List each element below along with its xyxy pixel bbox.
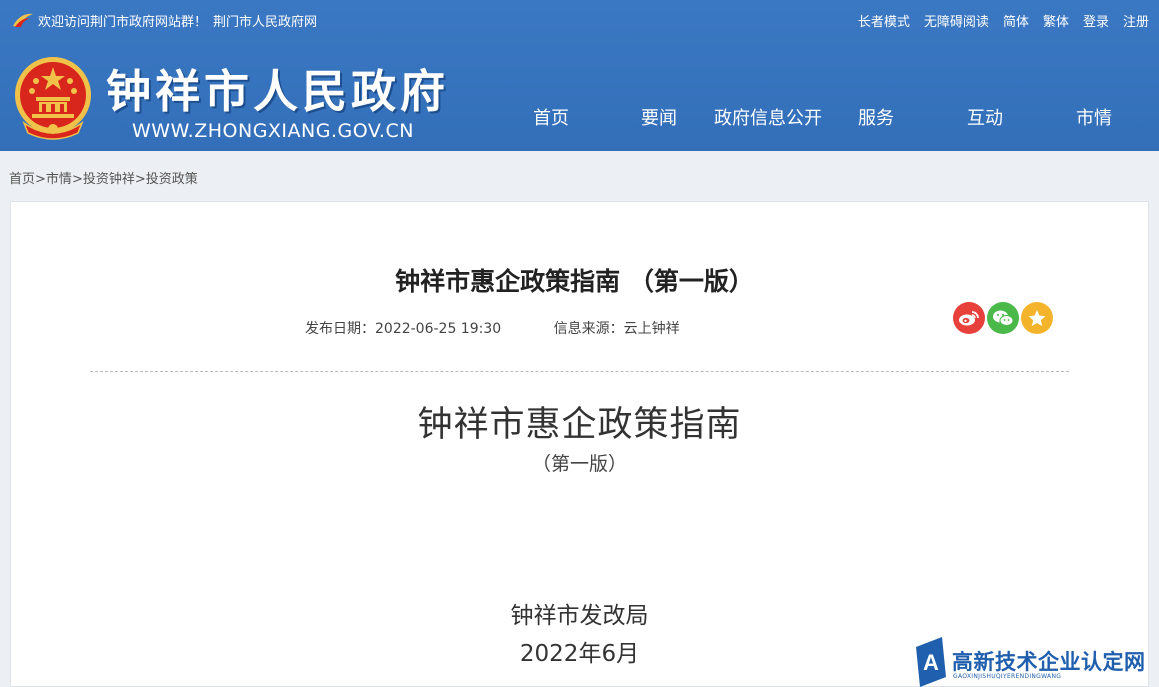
favorite-star-icon	[1028, 310, 1046, 326]
nav-item-interaction[interactable]: 互动	[967, 104, 1003, 130]
site-header: 欢迎访问荆门市政府网站群！ 荆门市人民政府网 长者模式 无障碍阅读 简体 繁体 登…	[0, 0, 1159, 151]
meta-divider	[90, 371, 1069, 372]
jingmen-site-link[interactable]: 荆门市人民政府网	[213, 15, 317, 30]
share-buttons	[953, 302, 1053, 334]
swoosh-logo-icon	[13, 13, 33, 27]
weibo-icon	[959, 311, 979, 326]
article-meta: 发布日期：2022-06-25 19:30 信息来源：云上钟祥	[305, 318, 680, 338]
favorite-button[interactable]	[1021, 302, 1053, 334]
breadcrumb-separator: >	[35, 172, 46, 187]
svg-text:A: A	[923, 650, 939, 675]
welcome-text: 欢迎访问荆门市政府网站群！	[38, 15, 208, 30]
watermark: A 高新技术企业认定网 GAOXINJISHUQIYERENDINGWANG	[912, 637, 1159, 687]
breadcrumb-invest[interactable]: 投资钟祥	[83, 172, 135, 187]
site-title[interactable]: 钟祥市人民政府	[106, 55, 449, 120]
document-issuer: 钟祥市发改局	[510, 603, 649, 629]
watermark-logo-icon: A	[916, 637, 946, 687]
site-url: WWW.ZHONGXIANG.GOV.CN	[132, 120, 414, 142]
nav-item-home[interactable]: 首页	[533, 104, 569, 130]
traditional-chinese-link[interactable]: 繁体	[1043, 11, 1069, 30]
wechat-share-button[interactable]	[987, 302, 1019, 334]
document-edition: （第一版）	[531, 453, 627, 475]
nav-item-news[interactable]: 要闻	[641, 104, 677, 130]
breadcrumb-separator: >	[134, 172, 146, 187]
publish-date-label: 发布日期：	[305, 321, 375, 337]
wechat-icon	[993, 310, 1014, 326]
elder-mode-link[interactable]: 长者模式	[858, 11, 910, 30]
source-label: 信息来源：	[553, 321, 624, 337]
breadcrumb-city-info[interactable]: 市情	[46, 172, 72, 187]
main-nav: 首页 要闻 政府信息公开 服务 互动 市情	[496, 104, 1159, 132]
article-title: 钟祥市惠企政策指南 （第一版）	[395, 267, 754, 296]
nav-item-services[interactable]: 服务	[858, 104, 894, 130]
breadcrumb-separator: >	[71, 172, 83, 187]
breadcrumb-home[interactable]: 首页	[9, 172, 35, 187]
top-bar: 欢迎访问荆门市政府网站群！ 荆门市人民政府网 长者模式 无障碍阅读 简体 繁体 登…	[0, 0, 1159, 40]
login-link[interactable]: 登录	[1083, 11, 1109, 30]
source-value: 云上钟祥	[623, 321, 680, 337]
accessible-reading-link[interactable]: 无障碍阅读	[924, 11, 989, 30]
welcome-message: 欢迎访问荆门市政府网站群！ 荆门市人民政府网	[38, 11, 317, 30]
breadcrumb: 首页>市情>投资钟祥>投资政策	[9, 168, 198, 187]
national-emblem-icon[interactable]	[12, 53, 94, 141]
nav-item-city-info[interactable]: 市情	[1076, 104, 1112, 130]
breadcrumb-invest-policy[interactable]: 投资政策	[146, 172, 198, 187]
watermark-pinyin: GAOXINJISHUQIYERENDINGWANG	[953, 673, 1062, 680]
watermark-text: 高新技术企业认定网	[952, 650, 1146, 674]
document-title: 钟祥市惠企政策指南	[417, 405, 742, 445]
simplified-chinese-link[interactable]: 简体	[1003, 11, 1029, 30]
nav-item-gov-info[interactable]: 政府信息公开	[714, 104, 822, 130]
weibo-share-button[interactable]	[953, 302, 985, 334]
publish-date: 2022-06-25 19:30	[375, 321, 502, 337]
top-links: 长者模式 无障碍阅读 简体 繁体 登录 注册	[858, 11, 1149, 30]
register-link[interactable]: 注册	[1123, 11, 1149, 30]
